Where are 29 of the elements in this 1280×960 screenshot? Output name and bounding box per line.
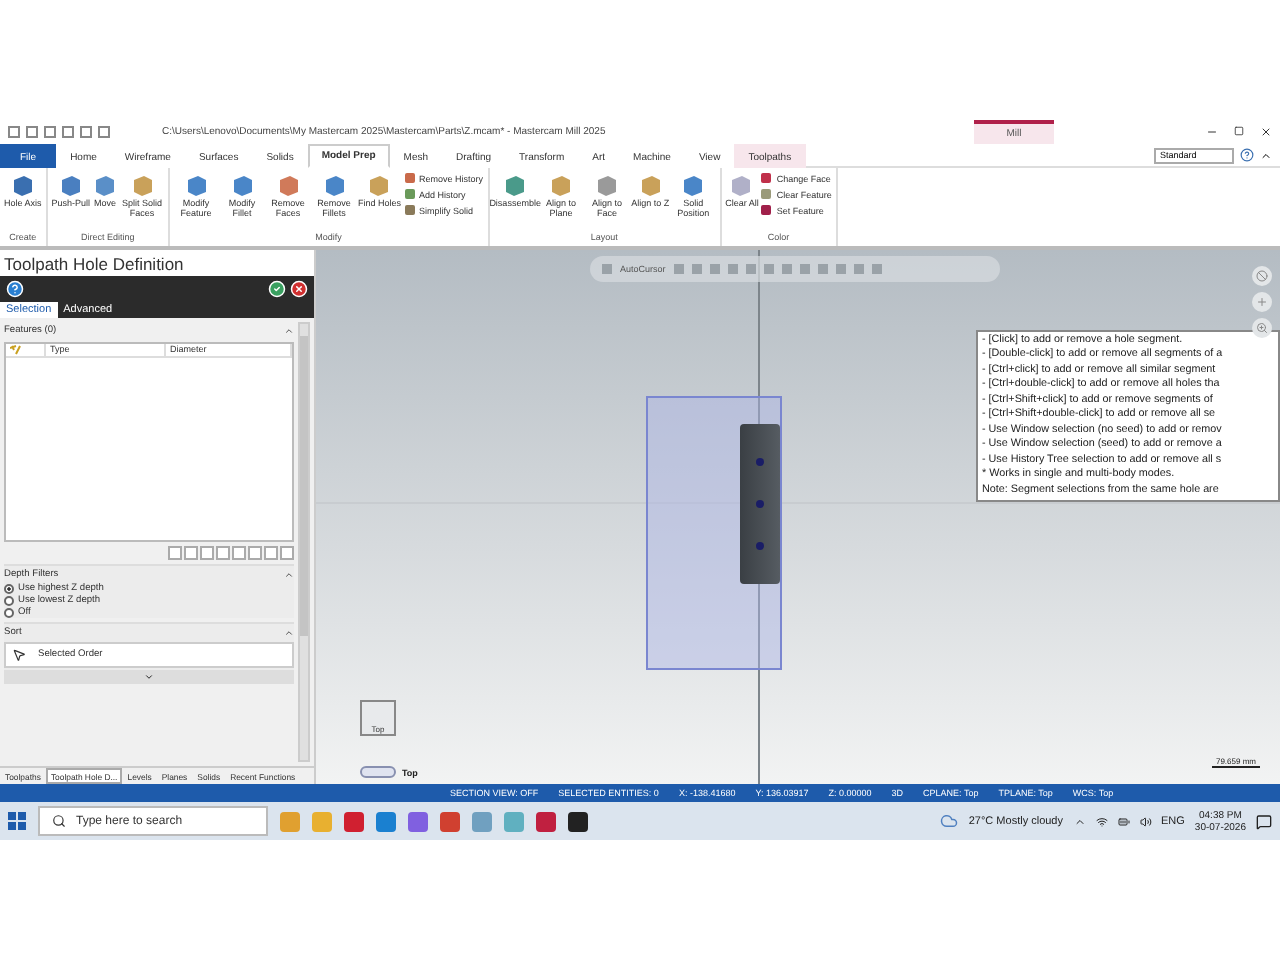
radio-button[interactable] (4, 584, 14, 594)
collapse-icon[interactable] (1260, 149, 1272, 161)
chevron-up-icon[interactable] (1073, 815, 1085, 827)
graphics-viewport[interactable] (316, 250, 1280, 784)
solid-part[interactable] (740, 424, 780, 584)
windows-logo-icon[interactable] (8, 812, 26, 830)
minimize-icon[interactable] (1206, 126, 1218, 138)
wifi-icon[interactable] (1095, 815, 1107, 827)
panel-title: Toolpath Hole Definition (0, 250, 314, 276)
collapse-icon[interactable] (284, 325, 294, 335)
plus-icon[interactable] (1252, 292, 1272, 312)
search-icon (52, 814, 66, 828)
collapse-icon[interactable] (284, 569, 294, 579)
restore-icon[interactable] (1234, 126, 1244, 136)
battery-icon[interactable] (1117, 815, 1129, 827)
radio-button[interactable] (4, 608, 14, 618)
view-pill-button[interactable] (360, 766, 396, 778)
cloud-icon[interactable] (940, 812, 959, 830)
ok-icon[interactable] (268, 280, 286, 298)
scrollbar[interactable] (298, 322, 310, 762)
notification-icon[interactable] (1256, 813, 1272, 829)
radio-button[interactable] (4, 596, 14, 606)
chevron-down-icon (144, 672, 154, 682)
collapse-icon[interactable] (284, 627, 294, 637)
star-pencil-icon[interactable] (10, 344, 22, 356)
zoom-icon[interactable] (1252, 318, 1272, 338)
close-icon[interactable] (1260, 126, 1272, 138)
pointer-icon (12, 648, 26, 662)
speaker-icon[interactable] (1139, 815, 1151, 827)
